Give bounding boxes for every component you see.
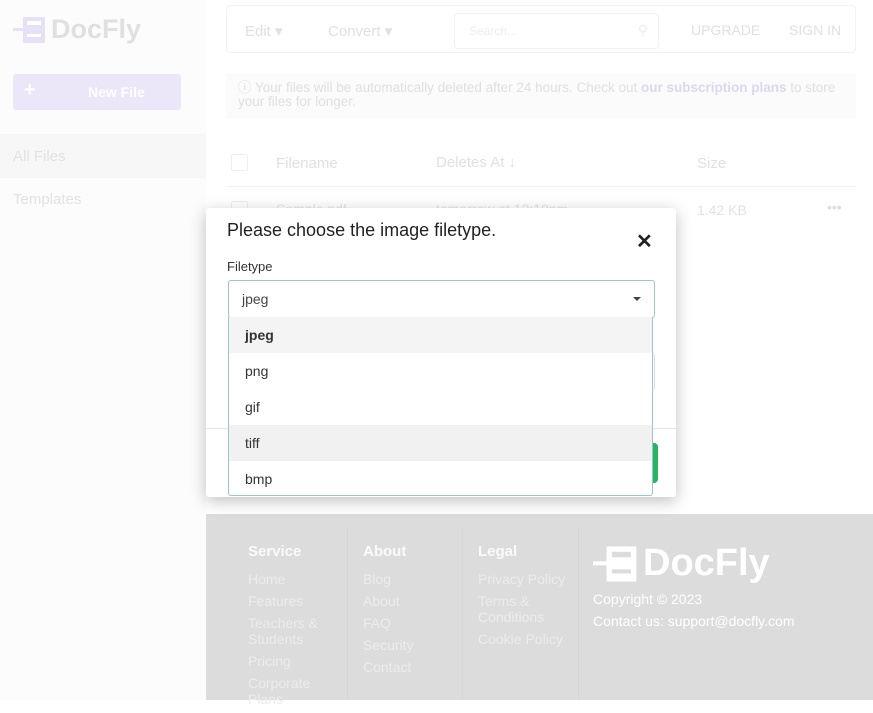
option-gif[interactable]: gif bbox=[229, 389, 652, 425]
sidebar-item-all-files[interactable]: All Files bbox=[0, 134, 206, 178]
footer-logo: DocFly bbox=[593, 542, 770, 585]
caret-down-icon: ▾ bbox=[275, 23, 283, 40]
footer-heading: Service bbox=[248, 543, 302, 560]
edit-menu[interactable]: Edit ▾ bbox=[245, 22, 283, 40]
footer-logo-text: DocFly bbox=[643, 542, 770, 584]
caret-down-icon bbox=[633, 297, 641, 301]
option-bmp[interactable]: bmp bbox=[229, 461, 652, 495]
deletes-at-label: Deletes At bbox=[436, 154, 505, 171]
divider bbox=[347, 528, 348, 700]
footer: Service Home Features Teachers & Student… bbox=[206, 514, 873, 707]
arrow-down-icon: ↓ bbox=[508, 154, 517, 171]
sign-in-link[interactable]: SIGN IN bbox=[789, 22, 841, 38]
selected-value: jpeg bbox=[242, 291, 269, 307]
footer-link[interactable]: Corporate Plans bbox=[248, 675, 328, 707]
footer-heading: About bbox=[363, 543, 407, 560]
sidebar: DocFly + New File All Files Templates bbox=[0, 0, 206, 700]
footer-link[interactable]: Features bbox=[248, 593, 328, 609]
contact-email[interactable]: Contact us: support@docfly.com bbox=[593, 610, 794, 632]
new-file-label: New File bbox=[88, 84, 145, 100]
footer-heading: Legal bbox=[478, 543, 518, 560]
column-header-size[interactable]: Size bbox=[697, 155, 726, 172]
divider bbox=[462, 528, 463, 700]
footer-link[interactable]: Pricing bbox=[248, 653, 328, 669]
docfly-logo-icon bbox=[593, 545, 637, 582]
new-file-button[interactable]: + New File bbox=[13, 74, 181, 110]
option-png[interactable]: png bbox=[229, 353, 652, 389]
more-options-icon[interactable]: ••• bbox=[827, 199, 842, 215]
convert-menu[interactable]: Convert ▾ bbox=[328, 22, 392, 40]
column-header-filename[interactable]: Filename bbox=[276, 155, 338, 172]
notice-text: Your files will be automatically deleted… bbox=[255, 80, 641, 95]
subscription-plans-link[interactable]: our subscription plans bbox=[641, 80, 787, 95]
edit-label: Edit bbox=[245, 23, 271, 40]
upgrade-link[interactable]: UPGRADE bbox=[691, 22, 760, 38]
search-placeholder: Search... bbox=[469, 24, 518, 38]
option-tiff[interactable]: tiff bbox=[229, 425, 652, 461]
footer-column-service: Service Home Features Teachers & Student… bbox=[248, 541, 328, 713]
footer-link[interactable]: Contact bbox=[363, 659, 414, 675]
footer-link[interactable]: Home bbox=[248, 571, 328, 587]
footer-column-legal: Legal Privacy Policy Terms & Conditions … bbox=[478, 541, 565, 653]
deletion-notice: ⓘ Your files will be automatically delet… bbox=[226, 74, 856, 118]
filetype-select[interactable]: jpeg bbox=[228, 280, 655, 318]
docfly-logo-icon bbox=[13, 16, 45, 43]
close-icon[interactable]: ✕ bbox=[636, 229, 653, 254]
select-all-checkbox[interactable] bbox=[231, 154, 248, 171]
filetype-label: Filetype bbox=[227, 259, 273, 274]
logo-text: DocFly bbox=[51, 14, 142, 44]
filetype-modal: Please choose the image filetype. ✕ File… bbox=[206, 208, 676, 497]
footer-link[interactable]: Terms & Conditions bbox=[478, 593, 558, 625]
modal-title: Please choose the image filetype. bbox=[227, 220, 497, 240]
column-header-deletes-at[interactable]: Deletes At ↓ bbox=[436, 154, 516, 171]
footer-link[interactable]: Cookie Policy bbox=[478, 631, 565, 647]
info-icon: ⓘ bbox=[238, 80, 252, 95]
search-input[interactable]: Search... ⚲ bbox=[454, 13, 659, 49]
footer-link[interactable]: About bbox=[363, 593, 414, 609]
footer-column-about: About Blog About FAQ Security Contact bbox=[363, 541, 414, 681]
footer-link[interactable]: Teachers & Students bbox=[248, 615, 328, 647]
footer-info: Copyright © 2023 Contact us: support@doc… bbox=[593, 588, 794, 632]
convert-label: Convert bbox=[328, 23, 381, 40]
plus-icon: + bbox=[24, 79, 36, 101]
footer-link[interactable]: Privacy Policy bbox=[478, 571, 565, 587]
option-jpeg[interactable]: jpeg bbox=[229, 317, 652, 353]
search-icon[interactable]: ⚲ bbox=[638, 22, 648, 39]
sidebar-item-templates[interactable]: Templates bbox=[0, 177, 206, 221]
logo[interactable]: DocFly bbox=[13, 14, 141, 45]
caret-down-icon: ▾ bbox=[384, 23, 393, 40]
top-bar: Edit ▾ Convert ▾ Search... ⚲ UPGRADE SIGN… bbox=[226, 5, 856, 53]
filetype-dropdown: jpeg png gif tiff bmp bbox=[228, 317, 653, 496]
divider bbox=[226, 186, 856, 187]
row-size: 1.42 KB bbox=[697, 202, 747, 218]
copyright: Copyright © 2023 bbox=[593, 591, 703, 607]
footer-link[interactable]: Security bbox=[363, 637, 414, 653]
divider bbox=[578, 528, 579, 700]
footer-link[interactable]: Blog bbox=[363, 571, 414, 587]
footer-link[interactable]: FAQ bbox=[363, 615, 414, 631]
